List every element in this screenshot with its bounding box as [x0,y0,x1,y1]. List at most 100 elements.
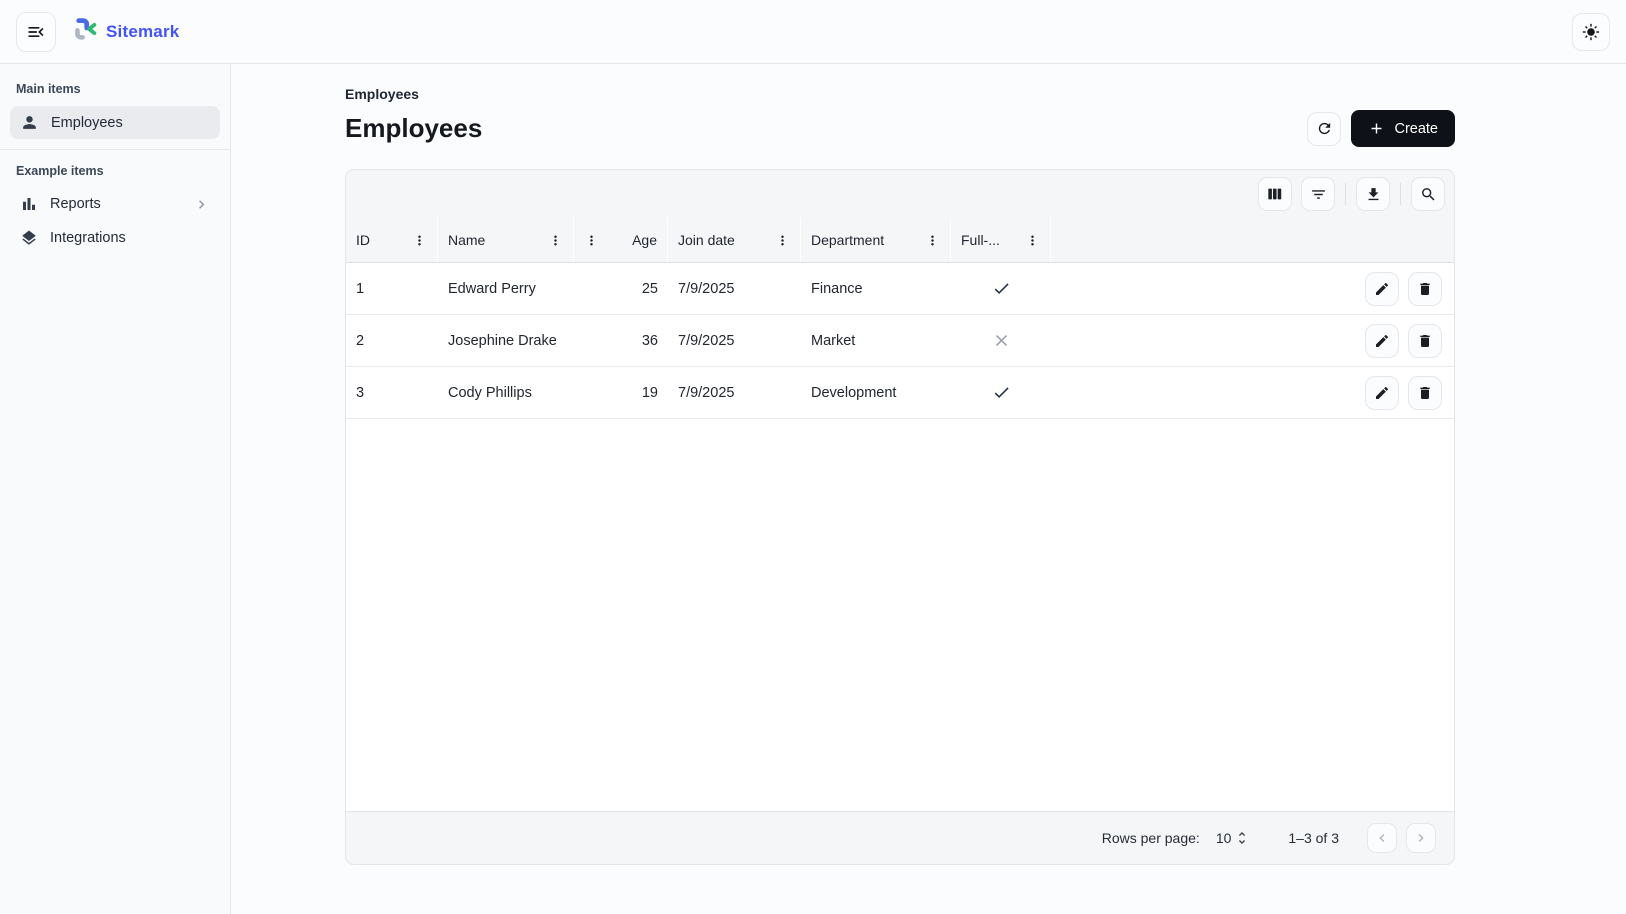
column-menu-icon[interactable] [548,233,563,248]
trash-icon [1417,385,1433,401]
column-header-age[interactable]: Age [574,218,668,262]
sidebar-item-label: Integrations [50,230,126,246]
cell-name: Josephine Drake [438,315,574,366]
row-actions [1365,324,1454,358]
grid-footer: Rows per page: 10 1–3 of 3 [346,811,1454,864]
sidebar-item-integrations[interactable]: Integrations [10,222,220,254]
layers-icon [20,229,38,247]
column-label: Join date [678,232,735,248]
column-menu-icon[interactable] [584,233,599,248]
column-menu-icon[interactable] [412,233,427,248]
breadcrumb: Employees [345,86,1455,102]
grid-header-row: ID Name Age Join date [346,218,1454,263]
columns-button[interactable] [1258,177,1292,211]
column-header-department[interactable]: Department [801,218,951,262]
create-button[interactable]: Create [1351,110,1455,147]
sidebar-section-main-items: Main items [0,72,230,104]
delete-button[interactable] [1408,324,1442,358]
bar-chart-icon [20,195,38,213]
column-label: ID [356,232,370,248]
sitemark-logo-icon [72,16,98,47]
cell-age: 36 [574,315,668,366]
cell-age: 19 [574,367,668,418]
pencil-icon [1374,385,1390,401]
sidebar-item-label: Employees [51,115,123,131]
cell-department: Development [801,367,951,418]
column-header-join-date[interactable]: Join date [668,218,801,262]
cell-id: 2 [346,315,438,366]
sidebar-item-label: Reports [50,196,101,212]
sidebar-toggle-button[interactable] [16,12,56,52]
theme-toggle-button[interactable] [1572,13,1610,51]
rows-per-page-label: Rows per page: [1102,830,1200,846]
table-row: 2 Josephine Drake 36 7/9/2025 Market [346,315,1454,367]
filter-icon [1310,186,1327,203]
column-menu-icon[interactable] [1025,233,1040,248]
column-menu-icon[interactable] [925,233,940,248]
trash-icon [1417,281,1433,297]
sidebar: Main items Employees Example items Repor… [0,64,231,914]
close-icon [992,331,1011,350]
previous-page-button[interactable] [1367,823,1397,853]
cell-id: 3 [346,367,438,418]
chevron-right-icon [1413,830,1429,846]
create-button-label: Create [1394,121,1438,137]
grid-toolbar [346,170,1454,218]
unfold-more-icon [1234,830,1250,846]
refresh-button[interactable] [1307,112,1341,146]
column-header-full-time[interactable]: Full-... [951,218,1051,262]
check-icon [992,279,1011,298]
cell-name: Edward Perry [438,263,574,314]
chevron-right-icon [193,196,210,213]
data-grid: ID Name Age Join date [345,169,1455,865]
cell-full-time [951,315,1051,366]
cell-id: 1 [346,263,438,314]
columns-icon [1267,186,1283,202]
brand-name: Sitemark [106,22,179,42]
cell-join-date: 7/9/2025 [668,263,801,314]
next-page-button[interactable] [1406,823,1436,853]
brand[interactable]: Sitemark [72,16,179,47]
cell-age: 25 [574,263,668,314]
column-label: Full-... [961,232,1000,248]
pencil-icon [1374,333,1390,349]
page-title: Employees [345,113,482,144]
cell-department: Finance [801,263,951,314]
export-button[interactable] [1356,177,1390,211]
cell-full-time [951,367,1051,418]
edit-button[interactable] [1365,324,1399,358]
grid-empty-area [346,419,1454,811]
cell-join-date: 7/9/2025 [668,315,801,366]
filter-button[interactable] [1301,177,1335,211]
toolbar-divider [1345,183,1346,205]
cell-department: Market [801,315,951,366]
delete-button[interactable] [1408,376,1442,410]
sidebar-item-reports[interactable]: Reports [10,188,220,220]
search-button[interactable] [1411,177,1445,211]
download-icon [1365,186,1382,203]
rows-per-page-select[interactable]: 10 [1216,830,1251,846]
column-header-name[interactable]: Name [438,218,574,262]
person-icon [20,113,39,132]
sidebar-section-example-items: Example items [0,154,230,186]
column-header-id[interactable]: ID [346,218,438,262]
sun-icon [1582,23,1600,41]
refresh-icon [1316,120,1333,137]
delete-button[interactable] [1408,272,1442,306]
topbar: Sitemark [0,0,1626,64]
toolbar-divider [1400,183,1401,205]
row-actions [1365,272,1454,306]
column-menu-icon[interactable] [775,233,790,248]
check-icon [992,383,1011,402]
table-row: 1 Edward Perry 25 7/9/2025 Finance [346,263,1454,315]
edit-button[interactable] [1365,376,1399,410]
table-row: 3 Cody Phillips 19 7/9/2025 Development [346,367,1454,419]
column-label: Name [448,232,485,248]
menu-open-icon [26,22,46,42]
column-label: Department [811,232,884,248]
edit-button[interactable] [1365,272,1399,306]
sidebar-item-employees[interactable]: Employees [10,106,220,139]
cell-join-date: 7/9/2025 [668,367,801,418]
row-actions [1365,376,1454,410]
column-label: Age [632,232,657,248]
